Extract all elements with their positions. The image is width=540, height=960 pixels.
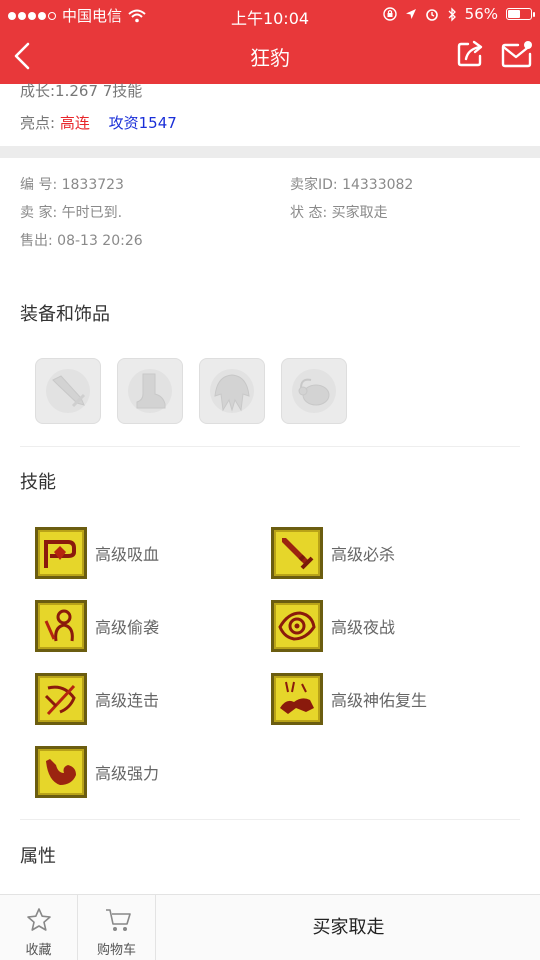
bluetooth-icon — [448, 6, 456, 22]
alarm-icon — [425, 9, 438, 21]
skill-item[interactable]: 高级夜战 — [271, 600, 395, 652]
favorite-button[interactable]: 收藏 — [0, 895, 78, 960]
accessory-slot[interactable] — [281, 358, 347, 424]
battery-icon — [506, 8, 535, 20]
seller-name: 卖 家: 午时已到. — [20, 205, 123, 221]
message-icon[interactable] — [500, 38, 534, 72]
favorite-label: 收藏 — [25, 943, 52, 958]
boots-slot[interactable] — [117, 358, 183, 424]
eye-skill-icon — [278, 611, 316, 641]
pet-summary: 成长:1.267 7技能 亮点: 高连 攻资1547 — [20, 80, 520, 134]
sold-time: 售出: 08-13 20:26 — [20, 233, 143, 249]
listing-status-label: 买家取走 — [312, 917, 385, 938]
divider — [20, 819, 520, 820]
rotation-lock-icon — [382, 7, 397, 21]
skill-item[interactable]: 高级必杀 — [271, 527, 395, 579]
listing-id: 编 号: 1833723 — [20, 177, 124, 193]
divider — [20, 446, 520, 447]
helmet-slot[interactable] — [199, 358, 265, 424]
location-icon — [405, 9, 416, 19]
attributes-title: 属性 — [20, 846, 56, 867]
highlight-red-tag: 高连 — [59, 114, 90, 132]
skills-title: 技能 — [20, 472, 56, 493]
weapon-slot[interactable] — [35, 358, 101, 424]
revive-skill-icon — [280, 681, 314, 714]
accessory-slot-icon — [292, 369, 336, 413]
highlight-label: 亮点: — [20, 114, 56, 132]
helmet-slot-icon — [210, 369, 254, 413]
nav-bar: 狂豹 — [0, 28, 540, 84]
skill-item[interactable]: 高级连击 — [35, 673, 159, 725]
skill-item[interactable]: 高级神佑复生 — [271, 673, 427, 725]
skill-item[interactable]: 高级吸血 — [35, 527, 159, 579]
bottom-bar: 收藏 购物车 买家取走 — [0, 894, 540, 960]
cart-icon — [106, 909, 131, 931]
growth-text: 成长:1.267 7技能 — [20, 82, 143, 100]
battery-percent: 56% — [464, 5, 498, 23]
sneak-attack-skill-icon — [44, 609, 74, 642]
vampire-skill-icon — [44, 540, 76, 568]
share-icon[interactable] — [454, 38, 486, 70]
listing-state: 状 态: 买家取走 — [290, 205, 388, 221]
boots-slot-icon — [128, 369, 172, 413]
skill-item[interactable]: 高级偷袭 — [35, 600, 159, 652]
star-icon — [27, 908, 51, 931]
cart-button[interactable]: 购物车 — [78, 895, 156, 960]
cart-label: 购物车 — [96, 943, 136, 958]
section-divider — [0, 146, 540, 158]
equipment-slots — [35, 358, 347, 424]
equipment-title: 装备和饰品 — [20, 304, 110, 325]
sword-skill-icon — [282, 538, 314, 570]
skill-item[interactable]: 高级强力 — [35, 746, 159, 798]
highlights: 亮点: 高连 攻资1547 — [20, 112, 520, 134]
strength-skill-icon — [46, 759, 76, 785]
weapon-slot-icon — [46, 369, 90, 413]
combo-skill-icon — [44, 684, 76, 716]
highlight-blue-tag: 攻资1547 — [108, 114, 177, 132]
seller-id: 卖家ID: 14333082 — [290, 177, 414, 193]
status-bar: 中国电信 上午10:04 56% — [0, 0, 540, 28]
